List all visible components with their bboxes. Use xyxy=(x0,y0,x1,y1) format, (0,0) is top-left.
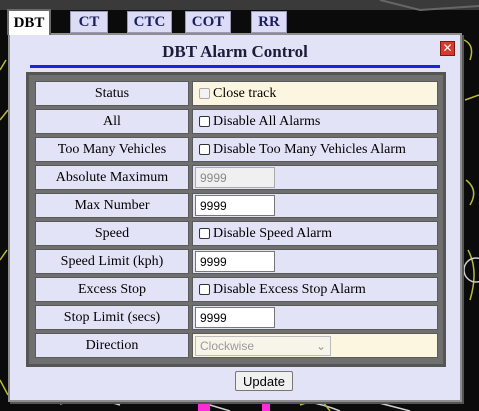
row-excess-stop: Excess Stop Disable Excess Stop Alarm xyxy=(35,277,438,302)
tab-strip: DBT CT CTC COT RR xyxy=(0,0,479,36)
row-speed: Speed Disable Speed Alarm xyxy=(35,221,438,246)
tab-ct[interactable]: CT xyxy=(70,11,108,33)
row-all: All Disable All Alarms xyxy=(35,109,438,134)
dialog-title: DBT Alarm Control xyxy=(162,42,308,61)
speed-limit-label: Speed Limit (kph) xyxy=(35,249,189,274)
tab-dbt[interactable]: DBT xyxy=(7,9,51,35)
disable-excess-stop-label: Disable Excess Stop Alarm xyxy=(213,281,366,297)
disable-too-many-vehicles-label: Disable Too Many Vehicles Alarm xyxy=(213,141,406,157)
row-too-many-vehicles: Too Many Vehicles Disable Too Many Vehic… xyxy=(35,137,438,162)
speed-limit-input[interactable]: 9999 xyxy=(195,251,275,272)
stop-limit-label: Stop Limit (secs) xyxy=(35,305,189,330)
close-icon[interactable]: ✕ xyxy=(440,41,455,56)
row-direction: Direction Clockwise ⌄ xyxy=(35,333,438,358)
row-stop-limit: Stop Limit (secs) 9999 xyxy=(35,305,438,330)
stop-limit-input[interactable]: 9999 xyxy=(195,307,275,328)
all-label: All xyxy=(35,109,189,134)
tab-ctc[interactable]: CTC xyxy=(127,11,172,33)
too-many-vehicles-label: Too Many Vehicles xyxy=(35,137,189,162)
all-cell: Disable All Alarms xyxy=(192,109,438,134)
excess-stop-cell: Disable Excess Stop Alarm xyxy=(192,277,438,302)
absolute-maximum-input[interactable]: 9999 xyxy=(195,167,275,188)
disable-speed-alarm-checkbox[interactable] xyxy=(199,228,210,239)
chevron-down-icon: ⌄ xyxy=(315,338,326,353)
title-divider xyxy=(30,65,440,68)
max-number-input[interactable]: 9999 xyxy=(195,195,275,216)
status-label: Status xyxy=(35,81,189,106)
row-speed-limit: Speed Limit (kph) 9999 xyxy=(35,249,438,274)
update-button[interactable]: Update xyxy=(235,371,293,391)
direction-cell: Clockwise ⌄ xyxy=(192,333,438,358)
settings-table: Status Close track All Disable All Alarm… xyxy=(32,78,441,361)
max-number-cell: 9999 xyxy=(192,193,438,218)
settings-table-frame: Status Close track All Disable All Alarm… xyxy=(26,72,446,367)
absolute-maximum-cell: 9999 xyxy=(192,165,438,190)
row-status: Status Close track xyxy=(35,81,438,106)
speed-cell: Disable Speed Alarm xyxy=(192,221,438,246)
too-many-vehicles-cell: Disable Too Many Vehicles Alarm xyxy=(192,137,438,162)
tab-rr[interactable]: RR xyxy=(251,11,287,33)
row-max-number: Max Number 9999 xyxy=(35,193,438,218)
max-number-label: Max Number xyxy=(35,193,189,218)
direction-select[interactable]: Clockwise ⌄ xyxy=(195,335,331,356)
absolute-maximum-label: Absolute Maximum xyxy=(35,165,189,190)
direction-label: Direction xyxy=(35,333,189,358)
status-cell: Close track xyxy=(192,81,438,106)
alarm-control-dialog: DBT Alarm Control ✕ Status Close track A… xyxy=(8,33,462,402)
disable-all-alarms-label: Disable All Alarms xyxy=(213,113,321,129)
row-absolute-maximum: Absolute Maximum 9999 xyxy=(35,165,438,190)
excess-stop-label: Excess Stop xyxy=(35,277,189,302)
stop-limit-cell: 9999 xyxy=(192,305,438,330)
disable-excess-stop-checkbox[interactable] xyxy=(199,284,210,295)
speed-limit-cell: 9999 xyxy=(192,249,438,274)
close-track-checkbox[interactable] xyxy=(199,88,210,99)
tab-cot[interactable]: COT xyxy=(185,11,231,33)
close-track-label: Close track xyxy=(213,85,277,101)
direction-selected-value: Clockwise xyxy=(200,338,255,353)
disable-all-alarms-checkbox[interactable] xyxy=(199,116,210,127)
disable-too-many-vehicles-checkbox[interactable] xyxy=(199,144,210,155)
speed-label: Speed xyxy=(35,221,189,246)
disable-speed-alarm-label: Disable Speed Alarm xyxy=(213,225,332,241)
